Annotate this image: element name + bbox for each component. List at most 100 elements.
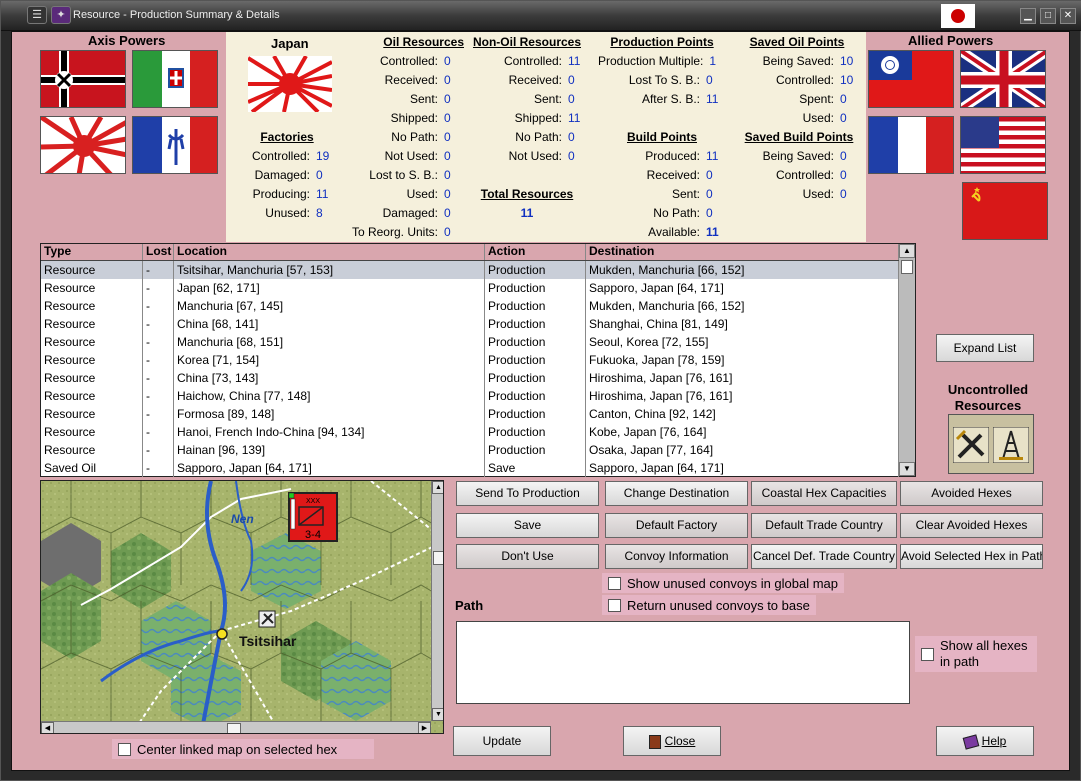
title-bar[interactable]: ☰ ✦ Resource - Production Summary & Deta… (1, 1, 1081, 31)
send-to-production-button[interactable]: Send To Production (456, 481, 599, 506)
table-row[interactable]: Resource - Manchuria [68, 151] Production Se… (41, 333, 915, 351)
oil-row-value: 0 (444, 92, 451, 106)
scroll-thumb[interactable] (901, 260, 913, 274)
cell-destination: Canton, China [92, 142] (586, 405, 899, 423)
map-scroll-right-icon[interactable]: ▶ (418, 722, 431, 733)
window: ☰ ✦ Resource - Production Summary & Deta… (0, 0, 1081, 781)
coastal-hex-capacities-button[interactable]: Coastal Hex Capacities (751, 481, 897, 506)
default-factory-button[interactable]: Default Factory (605, 513, 748, 538)
china-flag[interactable] (868, 50, 954, 108)
close-window-button[interactable]: ✕ (1060, 8, 1076, 24)
path-label: Path (455, 598, 484, 613)
table-row[interactable]: Resource - Japan [62, 171] Production Sappor… (41, 279, 915, 297)
close-button[interactable]: Close (623, 726, 721, 756)
soil-row-value: 10 (840, 54, 854, 68)
germany-flag[interactable] (40, 50, 126, 108)
map-scroll-left-icon[interactable]: ◀ (41, 722, 54, 733)
center-linked-map-checkbox[interactable]: Center linked map on selected hex (112, 739, 374, 759)
france-flag[interactable] (868, 116, 954, 174)
ussr-flag[interactable] (962, 182, 1048, 240)
help-button[interactable]: Help (936, 726, 1034, 756)
table-row[interactable]: Resource - Hainan [96, 139] Production Osaka… (41, 441, 915, 459)
avoided-hexes-button[interactable]: Avoided Hexes (900, 481, 1043, 506)
oil-row-label: To Reorg. Units: (351, 225, 438, 239)
map-hscroll-thumb[interactable] (227, 723, 241, 733)
map-hex-grid[interactable]: XXX 3-4 Nen Tsitsihar (41, 481, 444, 734)
system-menu-icon[interactable]: ☰ (27, 6, 47, 24)
expand-list-button[interactable]: Expand List (936, 334, 1034, 362)
change-destination-button[interactable]: Change Destination (605, 481, 748, 506)
table-row[interactable]: Resource - Formosa [89, 148] Production Cant… (41, 405, 915, 423)
checkbox-box[interactable] (608, 576, 621, 590)
mining-resource-icon[interactable] (953, 427, 989, 463)
table-row[interactable]: Resource - Tsitsihar, Manchuria [57, 153] P… (41, 261, 915, 279)
checkbox-box[interactable] (921, 648, 934, 661)
default-trade-country-button[interactable]: Default Trade Country (751, 513, 897, 538)
return-unused-convoys-checkbox[interactable]: Return unused convoys to base (602, 595, 816, 615)
col-action[interactable]: Action (485, 244, 586, 260)
table-row[interactable]: Saved Oil - Sapporo, Japan [64, 171] Save Sa… (41, 459, 915, 477)
resource-table[interactable]: Type Lost Location Action Destination Re… (40, 243, 916, 477)
cell-action: Production (485, 315, 586, 333)
convoy-information-button[interactable]: Convoy Information (605, 544, 748, 569)
cell-destination: Sapporo, Japan [64, 171] (586, 459, 899, 477)
linked-map[interactable]: XXX 3-4 Nen Tsitsihar ▲ ▼ ◀ ▶ (40, 480, 444, 734)
vichy-france-flag[interactable] (132, 116, 218, 174)
cell-action: Save (485, 459, 586, 477)
cell-destination: Hiroshima, Japan [76, 161] (586, 369, 899, 387)
clear-avoided-hexes-button[interactable]: Clear Avoided Hexes (900, 513, 1043, 538)
scroll-down-icon[interactable]: ▼ (899, 462, 915, 476)
cell-type: Resource (41, 351, 143, 369)
update-button[interactable]: Update (453, 726, 551, 756)
scroll-up-icon[interactable]: ▲ (899, 244, 915, 258)
col-destination[interactable]: Destination (586, 244, 899, 260)
table-row[interactable]: Resource - Manchuria [67, 145] Production Mu… (41, 297, 915, 315)
japan-flag[interactable] (40, 116, 126, 174)
factories-producing-label: Producing: (252, 187, 310, 201)
non-oil-title: Non-Oil Resources (472, 35, 582, 49)
usa-flag[interactable] (960, 116, 1046, 174)
oil-row-label: Controlled: (379, 54, 438, 68)
cancel-default-trade-country-button[interactable]: Cancel Def. Trade Country (751, 544, 897, 569)
cell-action: Production (485, 423, 586, 441)
path-textbox[interactable] (456, 621, 910, 704)
col-lost[interactable]: Lost (143, 244, 174, 260)
show-unused-convoys-checkbox[interactable]: Show unused convoys in global map (602, 573, 845, 593)
checkbox-box[interactable] (118, 742, 131, 756)
oil-resource-icon[interactable] (993, 427, 1029, 463)
oil-resources-title: Oil Resources (383, 35, 464, 49)
table-row[interactable]: Resource - China [73, 143] Production Hirosh… (41, 369, 915, 387)
map-vscroll-thumb[interactable] (433, 551, 443, 565)
sbp-row-value: 0 (840, 187, 847, 201)
checkbox-box[interactable] (608, 598, 621, 612)
map-hscroll[interactable]: ◀ ▶ (41, 721, 431, 733)
italy-flag[interactable] (132, 50, 218, 108)
unit-counter[interactable]: XXX 3-4 (288, 492, 338, 542)
dont-use-button[interactable]: Don't Use (456, 544, 599, 569)
uncontrolled-resources-icons (948, 414, 1034, 474)
maximize-button[interactable]: □ (1040, 8, 1056, 24)
avoid-selected-hex-button[interactable]: Avoid Selected Hex in Path (900, 544, 1043, 569)
production-points-title: Production Points (610, 35, 714, 49)
save-button[interactable]: Save (456, 513, 599, 538)
uk-flag[interactable] (960, 50, 1046, 108)
cell-lost: - (143, 315, 174, 333)
cell-destination: Mukden, Manchuria [66, 152] (586, 261, 899, 279)
table-row[interactable]: Resource - Korea [71, 154] Production Fukuok… (41, 351, 915, 369)
cell-location: Haichow, China [77, 148] (174, 387, 485, 405)
nonoil-row-value: 0 (568, 73, 575, 87)
map-vscroll[interactable]: ▲ ▼ (431, 481, 443, 721)
minimize-button[interactable]: ▁ (1020, 8, 1036, 24)
table-scrollbar[interactable]: ▲ ▼ (899, 244, 915, 476)
cell-action: Production (485, 369, 586, 387)
table-row[interactable]: Resource - China [68, 141] Production Shangh… (41, 315, 915, 333)
table-row[interactable]: Resource - Hanoi, French Indo-China [94, 1… (41, 423, 915, 441)
cell-action: Production (485, 297, 586, 315)
show-all-hexes-checkbox[interactable]: Show all hexes in path (915, 636, 1037, 672)
col-location[interactable]: Location (174, 244, 485, 260)
map-scroll-down-icon[interactable]: ▼ (432, 708, 443, 721)
bp-row-label: Received: (646, 168, 700, 182)
map-scroll-up-icon[interactable]: ▲ (432, 481, 443, 494)
col-type[interactable]: Type (41, 244, 143, 260)
table-row[interactable]: Resource - Haichow, China [77, 148] Product… (41, 387, 915, 405)
